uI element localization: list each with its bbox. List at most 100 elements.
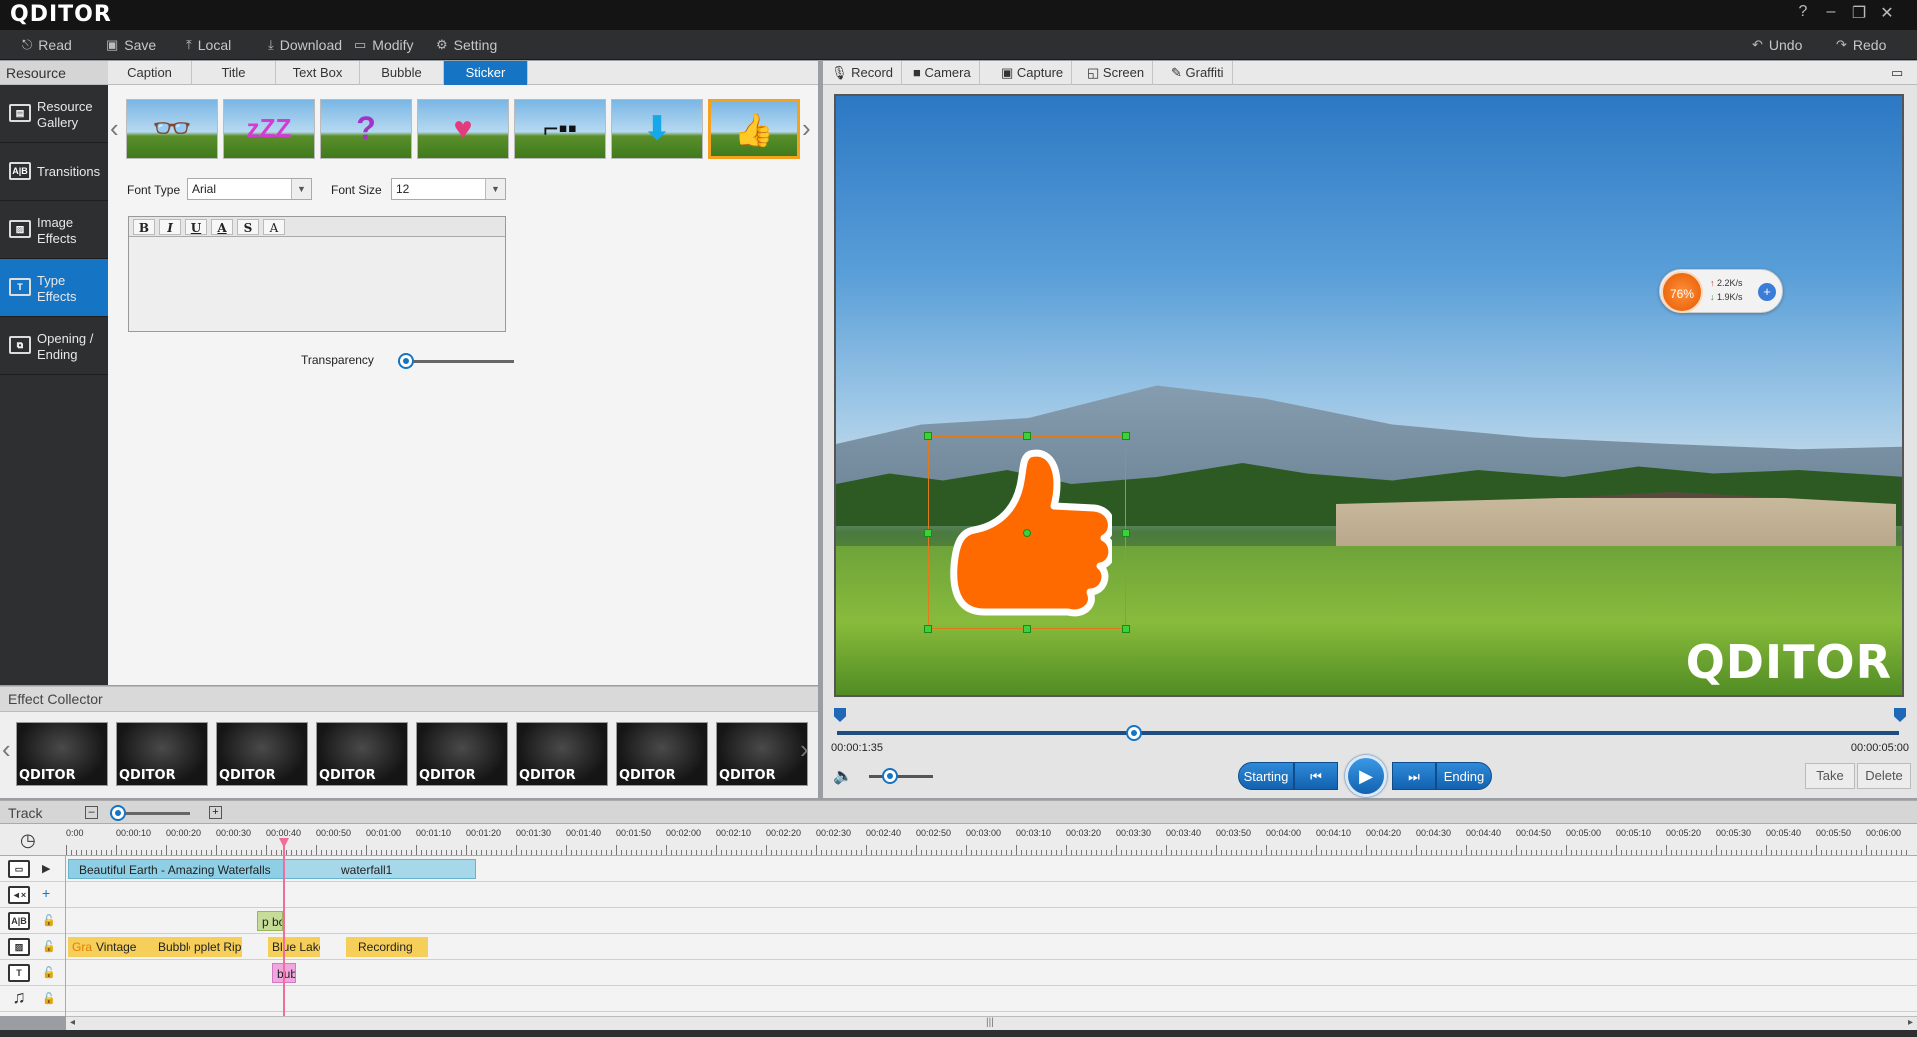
skip-back-button[interactable]: ⏮ [1294,762,1338,790]
camera-button[interactable]: ■ Camera [905,61,980,85]
font-type-select[interactable]: Arial ▼ [187,178,312,200]
effect-thumbnail[interactable]: QDITOR [616,722,708,786]
sidebar-item-image-effects[interactable]: ▨ Image Effects [0,201,108,259]
redo-button[interactable]: ↷ Redo [1836,30,1886,60]
sidebar-item-type-effects[interactable]: T Type Effects [0,259,108,317]
move-handle[interactable] [1023,529,1031,537]
volume-slider-knob[interactable] [881,768,898,784]
sticker-sunglasses[interactable]: 👓 [126,99,218,159]
read-button[interactable]: ⎋ Read [22,30,72,60]
effect-thumbnail[interactable]: QDITOR [16,722,108,786]
maximize-preview-button[interactable]: ▭ [1891,61,1903,85]
tab-caption[interactable]: Caption [108,61,192,85]
zoom-out-button[interactable]: – [85,806,98,819]
scroll-right-arrow[interactable]: ▸ [1908,1017,1913,1028]
save-button[interactable]: ▣ Save [106,30,156,60]
tab-bubble[interactable]: Bubble [360,61,444,85]
sticker-selection-box[interactable] [924,432,1130,633]
outline-button[interactable]: A [263,219,285,235]
underline-button[interactable]: U [185,219,207,235]
delete-button[interactable]: Delete [1857,763,1911,789]
ruler-tick [531,850,532,855]
timeline-scrollbar[interactable]: ◂ ||| ▸ [66,1016,1917,1030]
effect-thumbnail[interactable]: QDITOR [716,722,808,786]
close-button[interactable]: ✕ [1874,3,1900,23]
video-clip[interactable]: Beautiful Earth - Amazing Waterfalls [68,859,284,879]
volume-slider[interactable] [869,775,933,778]
sidebar-item-resource-gallery[interactable]: ▤ Resource Gallery [0,85,108,143]
bold-button[interactable]: B [133,219,155,235]
trim-start-marker[interactable] [834,708,846,722]
ending-button[interactable]: Ending [1436,762,1492,790]
effect-clip[interactable]: Vintage [92,937,154,957]
starting-button[interactable]: Starting [1238,762,1294,790]
text-box-clip[interactable]: p bo [257,911,283,931]
capture-button[interactable]: ▣ Capture [993,61,1073,85]
effect-thumbnail[interactable]: QDITOR [216,722,308,786]
video-preview[interactable]: 76% ↑ 2.2K/s ↓ 1.9K/s + QDITOR [834,94,1904,697]
resize-handle[interactable] [924,625,932,633]
tab-sticker[interactable]: Sticker [444,61,528,85]
transparency-slider-knob[interactable] [398,353,414,369]
effect-thumbnail[interactable]: QDITOR [116,722,208,786]
sticker-question-mark[interactable]: ? [320,99,412,159]
graffiti-button[interactable]: ✎ Graffiti [1163,61,1233,85]
plus-icon[interactable]: + [1758,283,1776,301]
effect-clip[interactable]: pplet Ripp [190,937,242,957]
zoom-in-button[interactable]: + [209,806,222,819]
resize-handle[interactable] [924,529,932,537]
collector-next-arrow[interactable]: › [800,734,809,765]
zoom-slider-knob[interactable] [110,805,126,821]
record-button[interactable]: 🎙 Record [823,61,903,85]
scroll-grip[interactable]: ||| [986,1017,994,1028]
download-button[interactable]: ⤓ Download [268,30,342,60]
font-color-button[interactable]: A [211,219,233,235]
text-editor[interactable]: B I U A S A [128,216,506,332]
effect-thumbnail[interactable]: QDITOR [416,722,508,786]
sticker-thumbs-up[interactable]: 👍 [708,99,800,159]
playhead[interactable] [279,838,289,1016]
sticker-heart[interactable]: ♥ [417,99,509,159]
screen-button[interactable]: ◱ Screen [1079,61,1154,85]
collector-prev-arrow[interactable]: ‹ [2,734,11,765]
resize-handle[interactable] [1122,529,1130,537]
trim-end-marker[interactable] [1894,708,1906,722]
undo-button[interactable]: ↶ Undo [1752,30,1802,60]
setting-button[interactable]: ⚙ Setting [436,30,497,60]
sticker-next-arrow[interactable]: › [802,113,811,144]
local-button[interactable]: ⤒ Local [186,30,231,60]
restore-button[interactable]: ❐ [1846,3,1872,23]
sidebar-item-transitions[interactable]: A|B Transitions [0,143,108,201]
tab-title[interactable]: Title [192,61,276,85]
skip-forward-button[interactable]: ⏭ [1392,762,1436,790]
play-button[interactable]: ▶ [1345,755,1387,797]
minimize-button[interactable]: – [1818,3,1844,21]
resize-handle[interactable] [1122,625,1130,633]
take-button[interactable]: Take [1805,763,1855,789]
shadow-button[interactable]: S [237,219,259,235]
ruler-tick [231,850,232,855]
help-button[interactable]: ? [1790,3,1816,21]
resize-handle[interactable] [1023,432,1031,440]
volume-icon[interactable]: 🔈 [833,766,853,786]
font-size-select[interactable]: 12 ▼ [391,178,506,200]
resize-handle[interactable] [924,432,932,440]
scroll-left-arrow[interactable]: ◂ [70,1017,75,1028]
sticker-glasses[interactable]: ⌐▪▪ [514,99,606,159]
modify-button[interactable]: ▭ Modify [354,30,414,60]
tab-text-box[interactable]: Text Box [276,61,360,85]
effect-thumbnail[interactable]: QDITOR [316,722,408,786]
effect-clip[interactable]: Recording [346,937,428,957]
sticker-prev-arrow[interactable]: ‹ [110,113,119,144]
resize-handle[interactable] [1023,625,1031,633]
transparency-slider[interactable] [398,360,514,363]
effect-clip[interactable]: Blue Lake [268,937,320,957]
seek-bar[interactable] [837,731,1899,735]
sidebar-item-opening-ending[interactable]: ⧉ Opening / Ending [0,317,108,375]
sticker-zzz[interactable]: zZZ [223,99,315,159]
sticker-down-arrow[interactable]: ⬇ [611,99,703,159]
resize-handle[interactable] [1122,432,1130,440]
italic-button[interactable]: I [159,219,181,235]
effect-thumbnail[interactable]: QDITOR [516,722,608,786]
video-clip[interactable]: waterfall1 [284,859,476,879]
